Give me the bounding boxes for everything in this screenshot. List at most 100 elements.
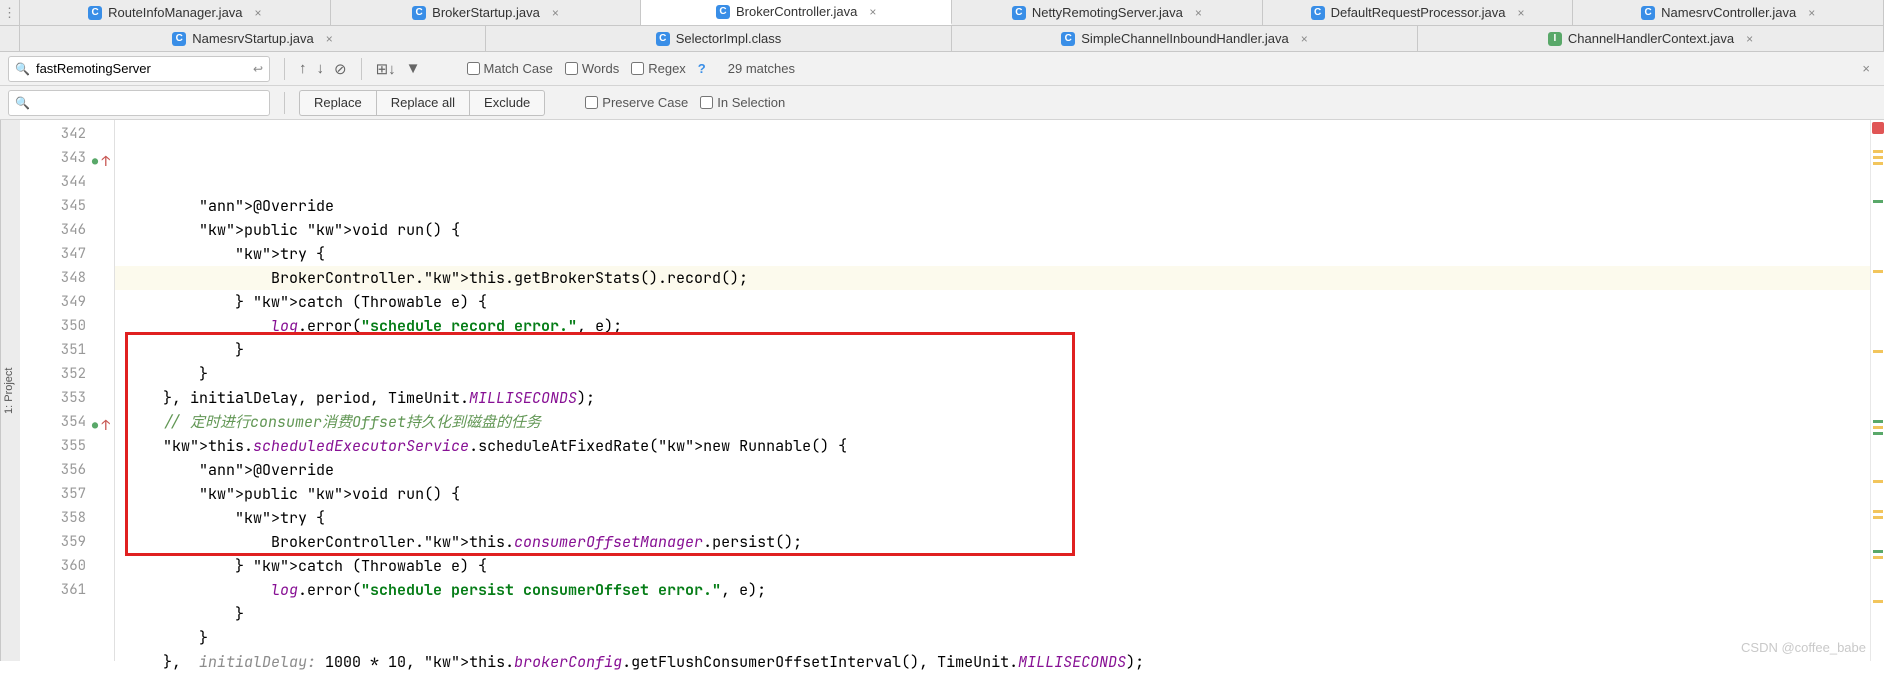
code-line[interactable]: "kw">public "kw">void run() { [127, 218, 1870, 242]
line-number[interactable]: 350 [20, 314, 86, 338]
code-line[interactable]: "ann">@Override [127, 194, 1870, 218]
warning-mark[interactable] [1873, 162, 1883, 165]
tab-namesrvcontroller[interactable]: C NamesrvController.java × [1573, 0, 1884, 25]
search-input[interactable] [36, 61, 247, 76]
close-find-icon[interactable]: × [1856, 61, 1876, 76]
words-checkbox[interactable]: Words [565, 61, 619, 76]
ok-mark[interactable] [1873, 200, 1883, 203]
close-icon[interactable]: × [1746, 32, 1753, 46]
code-line[interactable]: }, initialDelay: 1000 * 10, "kw">this.br… [127, 650, 1870, 674]
code-line[interactable]: BrokerController."kw">this.consumerOffse… [127, 530, 1870, 554]
tab-channelhandlercontext[interactable]: I ChannelHandlerContext.java × [1418, 26, 1884, 51]
next-match-icon[interactable]: ↓ [317, 60, 325, 77]
help-icon[interactable]: ? [698, 61, 706, 76]
ok-mark[interactable] [1873, 420, 1883, 423]
code-line[interactable]: } [127, 602, 1870, 626]
close-icon[interactable]: × [1808, 6, 1815, 20]
regex-checkbox[interactable]: Regex [631, 61, 686, 76]
ok-mark[interactable] [1873, 432, 1883, 435]
close-icon[interactable]: × [255, 6, 262, 20]
ok-mark[interactable] [1873, 550, 1883, 553]
close-icon[interactable]: × [326, 32, 333, 46]
code-line[interactable]: "ann">@Override [127, 458, 1870, 482]
line-number[interactable]: 355 [20, 434, 86, 458]
code-line[interactable]: "kw">try { [127, 242, 1870, 266]
override-gutter-icon[interactable] [96, 414, 110, 428]
line-number[interactable]: 343 [20, 146, 86, 170]
close-icon[interactable]: × [1301, 32, 1308, 46]
line-number[interactable]: 358 [20, 506, 86, 530]
line-number[interactable]: 349 [20, 290, 86, 314]
line-number[interactable]: 342 [20, 122, 86, 146]
in-selection-checkbox[interactable]: In Selection [700, 95, 785, 110]
line-number[interactable]: 357 [20, 482, 86, 506]
gutter[interactable]: 3423433443453463473483493503513523533543… [20, 120, 115, 661]
warning-mark[interactable] [1873, 600, 1883, 603]
warning-mark[interactable] [1873, 150, 1883, 153]
tab-brokerstartup[interactable]: C BrokerStartup.java × [331, 0, 642, 25]
match-case-checkbox[interactable]: Match Case [467, 61, 553, 76]
warning-mark[interactable] [1873, 516, 1883, 519]
history-icon[interactable]: ↩ [253, 62, 263, 76]
tab-namesrvstartup[interactable]: C NamesrvStartup.java × [20, 26, 486, 51]
code-line[interactable]: // 定时进行consumer消费Offset持久化到磁盘的任务 [127, 410, 1870, 434]
line-number[interactable]: 361 [20, 578, 86, 602]
line-number[interactable]: 359 [20, 530, 86, 554]
warning-mark[interactable] [1873, 350, 1883, 353]
replace-button[interactable]: Replace [299, 90, 376, 116]
find-field[interactable]: 🔍 ↩ [8, 56, 270, 82]
warning-mark[interactable] [1873, 270, 1883, 273]
tab-nettyremotingserver[interactable]: C NettyRemotingServer.java × [952, 0, 1263, 25]
tab-routeinfomanager[interactable]: C RouteInfoManager.java × [20, 0, 331, 25]
code-line[interactable]: "kw">public "kw">void run() { [127, 482, 1870, 506]
line-number[interactable]: 353 [20, 386, 86, 410]
filter-icon[interactable]: ▼ [406, 60, 421, 77]
replace-all-button[interactable]: Replace all [376, 90, 469, 116]
code-line[interactable]: } "kw">catch (Throwable e) { [127, 290, 1870, 314]
code-line[interactable]: "kw">this.scheduledExecutorService.sched… [127, 434, 1870, 458]
line-number[interactable]: 351 [20, 338, 86, 362]
line-number[interactable]: 356 [20, 458, 86, 482]
close-icon[interactable]: × [552, 6, 559, 20]
project-tool-button[interactable]: 1: Project [0, 120, 20, 661]
error-stripe[interactable] [1870, 120, 1884, 661]
replace-input[interactable] [30, 95, 263, 110]
line-number[interactable]: 344 [20, 170, 86, 194]
warning-mark[interactable] [1873, 556, 1883, 559]
override-gutter-icon[interactable] [96, 150, 110, 164]
code-editor[interactable]: "ann">@Override "kw">public "kw">void ru… [115, 120, 1870, 661]
exclude-button[interactable]: Exclude [469, 90, 545, 116]
tab-simplechannelinbound[interactable]: C SimpleChannelInboundHandler.java × [952, 26, 1418, 51]
close-icon[interactable]: × [1195, 6, 1202, 20]
line-number[interactable]: 346 [20, 218, 86, 242]
line-number[interactable]: 345 [20, 194, 86, 218]
tab-brokercontroller[interactable]: C BrokerController.java × [641, 0, 952, 25]
prev-match-icon[interactable]: ↑ [299, 60, 307, 77]
warning-mark[interactable] [1873, 510, 1883, 513]
line-number[interactable]: 360 [20, 554, 86, 578]
code-line[interactable]: BrokerController."kw">this.getBrokerStat… [115, 266, 1870, 290]
error-mark[interactable] [1872, 122, 1884, 134]
line-number[interactable]: 352 [20, 362, 86, 386]
close-icon[interactable]: × [869, 5, 876, 19]
warning-mark[interactable] [1873, 480, 1883, 483]
code-line[interactable]: "kw">try { [127, 506, 1870, 530]
tab-defaultrequestprocessor[interactable]: C DefaultRequestProcessor.java × [1263, 0, 1574, 25]
code-line[interactable]: log.error("schedule record error.", e); [127, 314, 1870, 338]
replace-field[interactable]: 🔍 [8, 90, 270, 116]
warning-mark[interactable] [1873, 156, 1883, 159]
new-search-icon[interactable]: ⊞↓ [376, 60, 396, 78]
preserve-case-checkbox[interactable]: Preserve Case [585, 95, 688, 110]
code-line[interactable]: log.error("schedule persist consumerOffs… [127, 578, 1870, 602]
code-line[interactable]: } [127, 338, 1870, 362]
line-number[interactable]: 348 [20, 266, 86, 290]
code-line[interactable]: } [127, 626, 1870, 650]
code-line[interactable]: } "kw">catch (Throwable e) { [127, 554, 1870, 578]
tab-selectorimpl[interactable]: C SelectorImpl.class [486, 26, 952, 51]
warning-mark[interactable] [1873, 426, 1883, 429]
code-line[interactable]: }, initialDelay, period, TimeUnit.MILLIS… [127, 386, 1870, 410]
line-number[interactable]: 354 [20, 410, 86, 434]
line-number[interactable]: 347 [20, 242, 86, 266]
select-all-icon[interactable]: ⊘ [334, 60, 347, 78]
close-icon[interactable]: × [1517, 6, 1524, 20]
